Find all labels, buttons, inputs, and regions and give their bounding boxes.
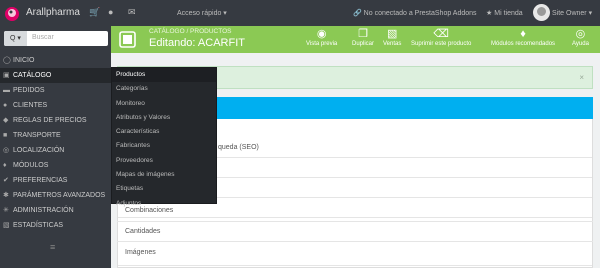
sales-button[interactable]: ▧ Ventas bbox=[383, 28, 401, 47]
tab-combinaciones[interactable] bbox=[118, 246, 592, 266]
sidebar-item-modulos[interactable]: ♦ MÓDULOS bbox=[0, 158, 111, 173]
sidebar-item-label: TRANSPORTE bbox=[13, 132, 61, 139]
sidebar-item-label: PEDIDOS bbox=[13, 87, 45, 94]
submenu-item-atributos[interactable]: Atributos y Valores bbox=[112, 111, 216, 125]
sidebar-item-administracion[interactable]: ✳ ADMINISTRACIÓN bbox=[0, 203, 111, 218]
eye-icon: ◉ bbox=[316, 28, 327, 40]
sales-label: Ventas bbox=[383, 41, 402, 47]
sidebar-item-label: LOCALIZACIÓN bbox=[13, 147, 65, 154]
prestashop-logo-icon[interactable] bbox=[4, 4, 20, 22]
search-options-button[interactable]: Q ▾ bbox=[4, 31, 27, 46]
sidebar-item-reglas-de-precios[interactable]: ◆ REGLAS DE PRECIOS bbox=[0, 113, 111, 128]
link-icon: 🔗 bbox=[353, 10, 362, 17]
puzzle-icon: ♦ bbox=[520, 28, 526, 40]
help-button[interactable]: ◎ Ayuda bbox=[572, 28, 589, 47]
sidebar-item-label: ADMINISTRACIÓN bbox=[13, 207, 74, 214]
globe-icon: ◎ bbox=[3, 147, 10, 154]
submenu-item-categorias[interactable]: Categorías bbox=[112, 82, 216, 96]
tag-icon: ◆ bbox=[3, 117, 9, 124]
puzzle-icon: ♦ bbox=[3, 162, 7, 169]
submenu-item-adjuntos[interactable]: Adjuntos bbox=[112, 197, 216, 211]
divider bbox=[117, 241, 593, 242]
wrench-icon: ✔ bbox=[3, 177, 9, 184]
sidebar-item-parametros-avanzados[interactable]: ✱ PARÁMETROS AVANZADOS bbox=[0, 188, 111, 203]
sidebar-item-inicio[interactable]: ◯ INICIO bbox=[0, 53, 111, 68]
submenu-item-etiquetas[interactable]: Etiquetas bbox=[112, 182, 216, 196]
my-store-label: Mi tienda bbox=[494, 10, 523, 17]
user-menu[interactable]: Site Owner ▾ bbox=[552, 9, 592, 17]
top-bar: Arallpharma 🛒 ● ✉ Acceso rápido ▾ 🔗 No c… bbox=[0, 0, 600, 26]
my-store-link[interactable]: ★ Mi tienda bbox=[486, 9, 523, 17]
book-icon bbox=[119, 31, 136, 48]
tab-imagenes-label[interactable]: Imágenes bbox=[125, 249, 156, 256]
close-icon[interactable]: × bbox=[579, 73, 584, 82]
cogs-icon: ✱ bbox=[3, 192, 9, 199]
envelope-icon[interactable]: ✉ bbox=[128, 7, 136, 18]
sidebar-item-catalogo[interactable]: ▣ CATÁLOGO bbox=[0, 68, 111, 83]
submenu-item-proveedores[interactable]: Proveedores bbox=[112, 154, 216, 168]
recommended-modules-button[interactable]: ♦ Módulos recomendados bbox=[491, 28, 555, 47]
avatar[interactable] bbox=[533, 4, 550, 21]
submenu-item-mapas-imagenes[interactable]: Mapas de imágenes bbox=[112, 168, 216, 182]
delete-product-button[interactable]: ⌫ Suprimir este producto bbox=[411, 28, 471, 47]
copy-icon: ❐ bbox=[358, 28, 368, 40]
delete-product-label: Suprimir este producto bbox=[411, 41, 472, 47]
submenu-item-productos[interactable]: Productos bbox=[112, 68, 216, 83]
submenu-item-fabricantes[interactable]: Fabricantes bbox=[112, 139, 216, 153]
trash-icon: ⌫ bbox=[433, 28, 449, 40]
duplicate-label: Duplicar bbox=[352, 41, 375, 47]
sidebar-item-clientes[interactable]: ● CLIENTES bbox=[0, 98, 111, 113]
sidebar-item-label: MÓDULOS bbox=[13, 162, 49, 169]
book-icon: ▣ bbox=[3, 72, 10, 79]
catalog-submenu: Productos Categorías Monitoreo Atributos… bbox=[111, 67, 217, 207]
collapse-menu-icon[interactable]: ≡ bbox=[50, 242, 55, 252]
sidebar-nav: ◯ INICIO ▣ CATÁLOGO ▬ PEDIDOS ● CLIENTES ◆ RE… bbox=[0, 53, 111, 233]
search-input[interactable]: Buscar bbox=[32, 34, 54, 41]
truck-icon: ■ bbox=[3, 132, 8, 139]
cog-icon: ✳ bbox=[3, 207, 9, 214]
addons-connection-label: No conectado a PrestaShop Addons bbox=[363, 10, 477, 17]
submenu-item-monitoreo[interactable]: Monitoreo bbox=[112, 97, 216, 111]
sidebar-item-label: ESTADÍSTICAS bbox=[13, 222, 64, 229]
divider bbox=[117, 221, 593, 222]
addons-connection-link[interactable]: 🔗 No conectado a PrestaShop Addons bbox=[353, 9, 477, 17]
help-label: Ayuda bbox=[572, 41, 589, 47]
cart-icon[interactable]: 🛒 bbox=[89, 7, 100, 18]
credit-card-icon: ▬ bbox=[3, 87, 10, 94]
breadcrumb[interactable]: CATÁLOGO / PRODUCTOS bbox=[149, 28, 231, 35]
users-icon: ● bbox=[3, 102, 8, 109]
store-name[interactable]: Arallpharma bbox=[26, 7, 80, 18]
bar-chart-icon: ▧ bbox=[386, 28, 398, 40]
bar-chart-icon: ▧ bbox=[3, 222, 10, 229]
quick-access-dropdown[interactable]: Acceso rápido ▾ bbox=[177, 9, 227, 17]
page-header: CATÁLOGO / PRODUCTOS Editando: ACARFIT ◉… bbox=[111, 26, 600, 53]
sidebar-item-transporte[interactable]: ■ TRANSPORTE bbox=[0, 128, 111, 143]
sidebar-item-label: PREFERENCIAS bbox=[13, 177, 68, 184]
tab-cantidades-label[interactable]: Cantidades bbox=[125, 228, 160, 235]
sidebar-item-pedidos[interactable]: ▬ PEDIDOS bbox=[0, 83, 111, 98]
preview-button[interactable]: ◉ Vista previa bbox=[306, 28, 337, 47]
preview-label: Vista previa bbox=[306, 41, 338, 47]
dashboard-icon: ◯ bbox=[3, 57, 11, 64]
sidebar-item-label: PARÁMETROS AVANZADOS bbox=[13, 192, 106, 199]
sidebar: Q ▾ Buscar ◯ INICIO ▣ CATÁLOGO ▬ PEDIDOS ● C… bbox=[0, 26, 111, 268]
sidebar-item-label: REGLAS DE PRECIOS bbox=[13, 117, 87, 124]
page-title: Editando: ACARFIT bbox=[149, 37, 245, 49]
sidebar-item-label: CATÁLOGO bbox=[13, 72, 52, 79]
search-box: Q ▾ Buscar bbox=[4, 31, 108, 46]
recommended-modules-label: Módulos recomendados bbox=[491, 41, 556, 47]
user-icon[interactable]: ● bbox=[108, 7, 113, 17]
sidebar-item-localizacion[interactable]: ◎ LOCALIZACIÓN bbox=[0, 143, 111, 158]
life-ring-icon: ◎ bbox=[575, 28, 586, 40]
duplicate-button[interactable]: ❐ Duplicar bbox=[352, 28, 374, 47]
sidebar-item-label: CLIENTES bbox=[13, 102, 48, 109]
sidebar-item-preferencias[interactable]: ✔ PREFERENCIAS bbox=[0, 173, 111, 188]
star-icon: ★ bbox=[486, 10, 493, 17]
submenu-item-caracteristicas[interactable]: Características bbox=[112, 125, 216, 139]
sidebar-item-estadisticas[interactable]: ▧ ESTADÍSTICAS bbox=[0, 218, 111, 233]
sidebar-item-label: INICIO bbox=[13, 57, 35, 64]
